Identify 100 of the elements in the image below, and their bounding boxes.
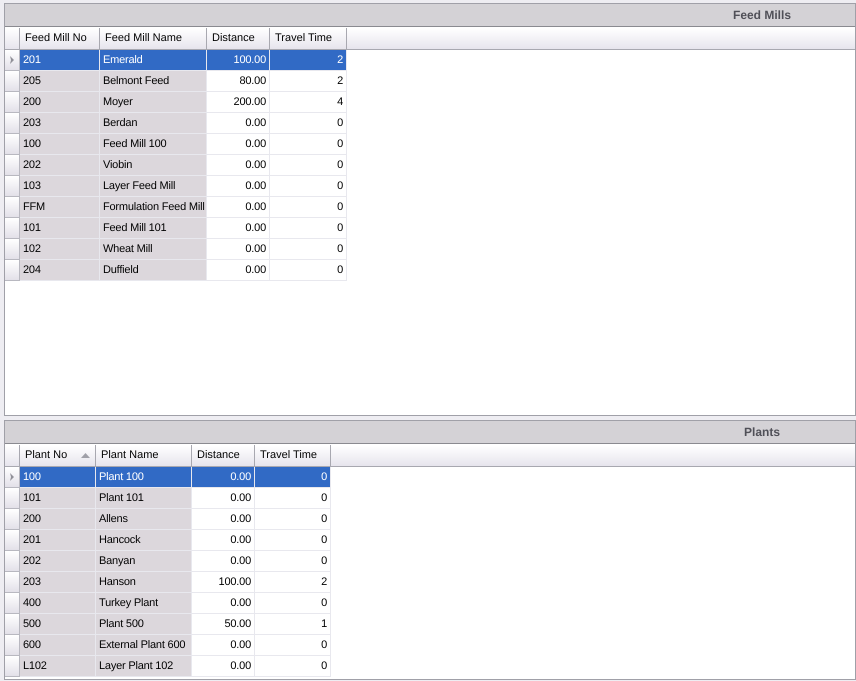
- column-header[interactable]: Feed Mill No: [20, 28, 100, 49]
- table-cell: 100: [20, 467, 96, 488]
- table-row[interactable]: 101 Feed Mill 101 0.00 0: [5, 218, 855, 239]
- table-cell: FFM: [20, 197, 100, 218]
- table-cell: Hanson: [96, 572, 192, 593]
- table-cell: 201: [20, 530, 96, 551]
- table-cell: 0: [255, 488, 331, 509]
- table-cell: Formulation Feed Mill: [100, 197, 207, 218]
- table-cell: 0: [270, 197, 347, 218]
- table-cell: 0: [255, 530, 331, 551]
- table-cell: 400: [20, 593, 96, 614]
- table-cell: 0.00: [192, 467, 255, 488]
- table-row[interactable]: 500 Plant 500 50.00 1: [5, 614, 855, 635]
- table-cell: 103: [20, 176, 100, 197]
- table-row[interactable]: 101 Plant 101 0.00 0: [5, 488, 855, 509]
- table-row[interactable]: 400 Turkey Plant 0.00 0: [5, 593, 855, 614]
- table-cell: 101: [20, 488, 96, 509]
- table-cell: 2: [270, 50, 347, 71]
- table-row[interactable]: 200 Allens 0.00 0: [5, 509, 855, 530]
- table-row[interactable]: 200 Moyer 200.00 4: [5, 92, 855, 113]
- table-cell: 0: [270, 134, 347, 155]
- column-header-label: Travel Time: [275, 31, 332, 46]
- column-header[interactable]: Plant No: [20, 445, 96, 466]
- table-row[interactable]: 201 Hancock 0.00 0: [5, 530, 855, 551]
- table-cell: Turkey Plant: [96, 593, 192, 614]
- table-cell: Berdan: [100, 113, 207, 134]
- table-cell: 205: [20, 71, 100, 92]
- table-cell: Duffield: [100, 260, 207, 281]
- table-row[interactable]: 100 Feed Mill 100 0.00 0: [5, 134, 855, 155]
- table-row[interactable]: 600 External Plant 600 0.00 0: [5, 635, 855, 656]
- panel-title: Feed Mills: [732, 7, 792, 24]
- column-header[interactable]: Travel Time: [255, 445, 331, 466]
- table-row[interactable]: 102 Wheat Mill 0.00 0: [5, 239, 855, 260]
- column-header[interactable]: Plant Name: [96, 445, 192, 466]
- table-cell: 0.00: [207, 176, 270, 197]
- table-cell: 101: [20, 218, 100, 239]
- table-cell: 0: [270, 113, 347, 134]
- table-cell: 0: [270, 176, 347, 197]
- table-row[interactable]: 203 Hanson 100.00 2: [5, 572, 855, 593]
- table-cell: 102: [20, 239, 100, 260]
- table-cell: 0: [255, 635, 331, 656]
- table-row[interactable]: 100 Plant 100 0.00 0: [5, 467, 855, 488]
- table-row[interactable]: 201 Emerald 100.00 2: [5, 50, 855, 71]
- table-row[interactable]: 204 Duffield 0.00 0: [5, 260, 855, 281]
- table-cell: L102: [20, 656, 96, 677]
- table-cell: 50.00: [192, 614, 255, 635]
- table-cell: 203: [20, 113, 100, 134]
- table-cell: 500: [20, 614, 96, 635]
- table-cell: 0.00: [207, 260, 270, 281]
- table-cell: Plant 500: [96, 614, 192, 635]
- table-cell: Moyer: [100, 92, 207, 113]
- table-cell: 204: [20, 260, 100, 281]
- table-cell: 0: [255, 509, 331, 530]
- table-cell: 100.00: [192, 572, 255, 593]
- table-cell: Wheat Mill: [100, 239, 207, 260]
- table-cell: 203: [20, 572, 96, 593]
- column-header[interactable]: Distance: [192, 445, 255, 466]
- table-row[interactable]: 103 Layer Feed Mill 0.00 0: [5, 176, 855, 197]
- table-row[interactable]: 205 Belmont Feed 80.00 2: [5, 71, 855, 92]
- table-cell: 0.00: [207, 218, 270, 239]
- table-cell: 600: [20, 635, 96, 656]
- column-header[interactable]: Travel Time: [270, 28, 347, 49]
- table-row[interactable]: L102 Layer Plant 102 0.00 0: [5, 656, 855, 677]
- table-cell: Layer Feed Mill: [100, 176, 207, 197]
- table-cell: 1: [255, 614, 331, 635]
- table-cell: Allens: [96, 509, 192, 530]
- table-cell: Viobin: [100, 155, 207, 176]
- table-cell: 0: [270, 260, 347, 281]
- table-row[interactable]: 202 Viobin 0.00 0: [5, 155, 855, 176]
- table-cell: 200: [20, 509, 96, 530]
- table-cell: 0.00: [207, 197, 270, 218]
- table-cell: Banyan: [96, 551, 192, 572]
- table-cell: 2: [255, 572, 331, 593]
- column-header-label: Plant Name: [101, 448, 158, 464]
- column-header[interactable]: Feed Mill Name: [100, 28, 207, 49]
- table-cell: 202: [20, 551, 96, 572]
- table-cell: Belmont Feed: [100, 71, 207, 92]
- table-cell: 201: [20, 50, 100, 71]
- table-cell: Plant 101: [96, 488, 192, 509]
- current-row-icon: [10, 473, 14, 481]
- table-cell: Emerald: [100, 50, 207, 71]
- table-cell: 2: [270, 71, 347, 92]
- table-cell: 0: [255, 467, 331, 488]
- table-cell: 80.00: [207, 71, 270, 92]
- column-header-label: Feed Mill Name: [105, 31, 182, 46]
- table-row[interactable]: 202 Banyan 0.00 0: [5, 551, 855, 572]
- table-cell: 4: [270, 92, 347, 113]
- table-cell: 0: [270, 218, 347, 239]
- table-cell: Feed Mill 100: [100, 134, 207, 155]
- table-row[interactable]: 203 Berdan 0.00 0: [5, 113, 855, 134]
- table-cell: 0: [270, 239, 347, 260]
- table-cell: 0: [255, 656, 331, 677]
- column-header[interactable]: Distance: [207, 28, 270, 49]
- table-cell: Layer Plant 102: [96, 656, 192, 677]
- table-cell: 0.00: [192, 509, 255, 530]
- column-header-label: Plant No: [25, 448, 68, 464]
- table-row[interactable]: FFM Formulation Feed Mill 0.00 0: [5, 197, 855, 218]
- table-cell: 0.00: [192, 593, 255, 614]
- table-cell: 0.00: [207, 113, 270, 134]
- table-cell: 0.00: [207, 134, 270, 155]
